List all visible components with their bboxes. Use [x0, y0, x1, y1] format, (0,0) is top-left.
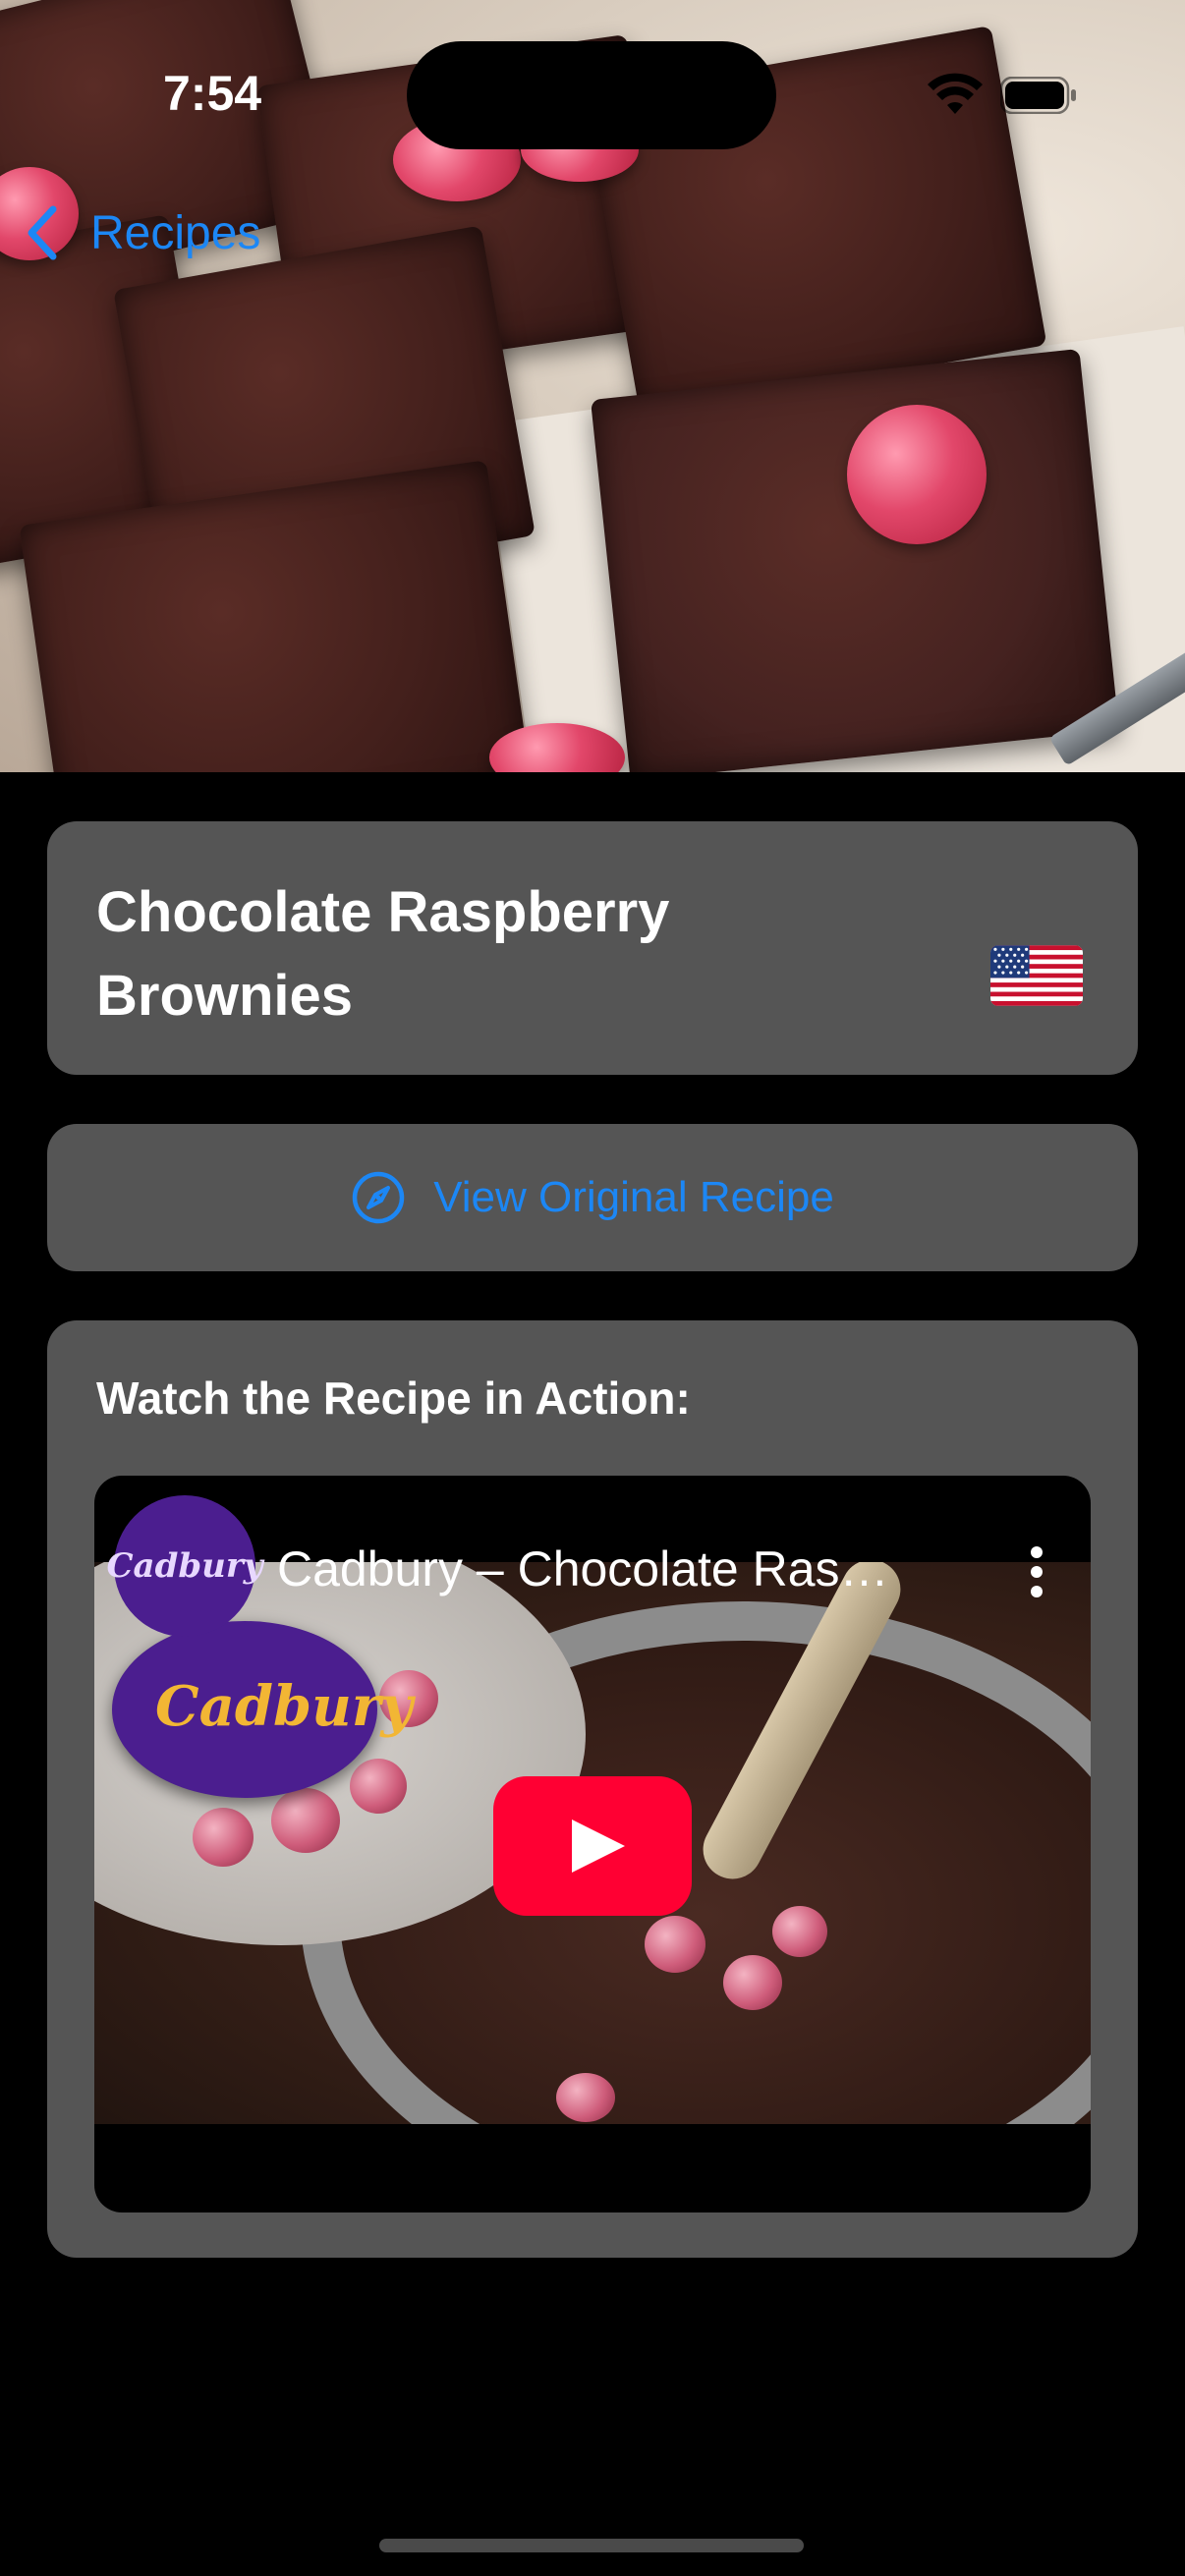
cadbury-logo: Cadbury — [112, 1621, 413, 1798]
us-flag-icon — [990, 945, 1083, 1006]
compass-icon — [352, 1171, 405, 1224]
home-indicator — [379, 2539, 804, 2552]
play-button-icon[interactable] — [493, 1776, 692, 1916]
youtube-player[interactable]: Cadbury Cadbury Cadbury – Chocolate Ras… — [94, 1476, 1091, 2212]
wifi-icon — [928, 73, 983, 114]
video-title[interactable]: Cadbury – Chocolate Ras… — [277, 1540, 889, 1597]
channel-avatar[interactable]: Cadbury — [106, 1495, 263, 1637]
recipe-title-card: Chocolate Raspberry Brownies — [47, 821, 1138, 1075]
more-options-icon[interactable] — [1024, 1544, 1049, 1599]
video-section-heading: Watch the Recipe in Action: — [96, 1372, 691, 1424]
battery-icon — [1000, 77, 1076, 114]
view-original-recipe-button[interactable]: View Original Recipe — [47, 1124, 1138, 1271]
back-button-label: Recipes — [90, 206, 261, 259]
dynamic-island — [407, 41, 776, 149]
video-card: Watch the Recipe in Action: Cadbury Cadb… — [47, 1320, 1138, 2258]
status-time: 7:54 — [163, 66, 262, 121]
recipe-title: Chocolate Raspberry Brownies — [96, 880, 670, 1028]
back-button[interactable]: Recipes — [24, 200, 260, 265]
chevron-left-icon — [28, 205, 57, 260]
view-original-recipe-label: View Original Recipe — [433, 1173, 834, 1221]
